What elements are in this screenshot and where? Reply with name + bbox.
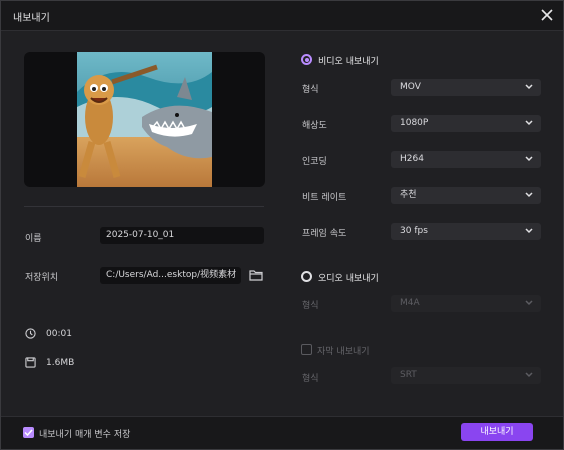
save-location-label: 저장위치: [25, 273, 59, 283]
export-button[interactable]: 내보내기: [461, 423, 533, 441]
subtitle-export-checkbox[interactable]: [301, 344, 312, 355]
save-params-checkbox[interactable]: [23, 427, 34, 438]
file-size-icon: [25, 357, 36, 371]
resolution-label: 해상도: [302, 121, 327, 131]
audio-format-select[interactable]: M4A: [391, 295, 541, 312]
audio-format-value: M4A: [400, 298, 420, 308]
video-format-value: MOV: [400, 82, 421, 92]
video-export-title: 비디오 내보내기: [318, 57, 379, 67]
save-params-label: 내보내기 매개 변수 저장: [39, 430, 131, 440]
video-format-label: 형식: [302, 85, 319, 95]
encoding-value: H264: [400, 154, 424, 164]
check-icon: [24, 429, 33, 437]
video-preview: [24, 52, 265, 187]
export-dialog: 내보내기 이름 2025-07-10_01 저장위치 C:/Users/Ad..…: [0, 0, 564, 450]
chevron-down-icon: [525, 84, 533, 90]
bitrate-value: 추천: [400, 190, 417, 200]
folder-icon[interactable]: [249, 269, 263, 284]
resolution-select[interactable]: 1080P: [391, 115, 541, 132]
save-path-input[interactable]: C:/Users/Ad...esktop/视频素材: [100, 267, 241, 284]
frame-rate-value: 30 fps: [400, 226, 428, 236]
bitrate-select[interactable]: 추천: [391, 187, 541, 204]
chevron-down-icon: [525, 372, 533, 378]
title-bar: 내보내기: [1, 1, 563, 31]
subtitle-format-label: 형식: [302, 374, 319, 384]
video-format-select[interactable]: MOV: [391, 79, 541, 96]
resolution-value: 1080P: [400, 118, 429, 128]
chevron-down-icon: [525, 228, 533, 234]
divider: [24, 206, 264, 207]
subtitle-format-select[interactable]: SRT: [391, 367, 541, 384]
name-input[interactable]: 2025-07-10_01: [100, 227, 264, 244]
video-export-radio[interactable]: [301, 54, 312, 65]
frame-rate-label: 프레임 속도: [302, 229, 347, 239]
chevron-down-icon: [525, 156, 533, 162]
audio-export-radio[interactable]: [301, 271, 312, 282]
chevron-down-icon: [525, 300, 533, 306]
file-size-value: 1.6MB: [46, 358, 75, 368]
close-icon[interactable]: [537, 5, 557, 25]
encoding-select[interactable]: H264: [391, 151, 541, 168]
preview-thumbnail: [77, 52, 212, 187]
name-label: 이름: [25, 234, 42, 244]
duration-value: 00:01: [46, 329, 72, 339]
dialog-title: 내보내기: [13, 13, 50, 24]
bitrate-label: 비트 레이트: [302, 193, 347, 203]
chevron-down-icon: [525, 120, 533, 126]
audio-export-title: 오디오 내보내기: [318, 274, 379, 284]
chevron-down-icon: [525, 192, 533, 198]
audio-format-label: 형식: [302, 301, 319, 311]
frame-rate-select[interactable]: 30 fps: [391, 223, 541, 240]
clock-icon: [25, 328, 36, 342]
footer-bar: 내보내기 매개 변수 저장 내보내기: [1, 416, 563, 449]
subtitle-format-value: SRT: [400, 370, 417, 380]
subtitle-export-title: 자막 내보내기: [317, 347, 370, 357]
encoding-label: 인코딩: [302, 157, 327, 167]
